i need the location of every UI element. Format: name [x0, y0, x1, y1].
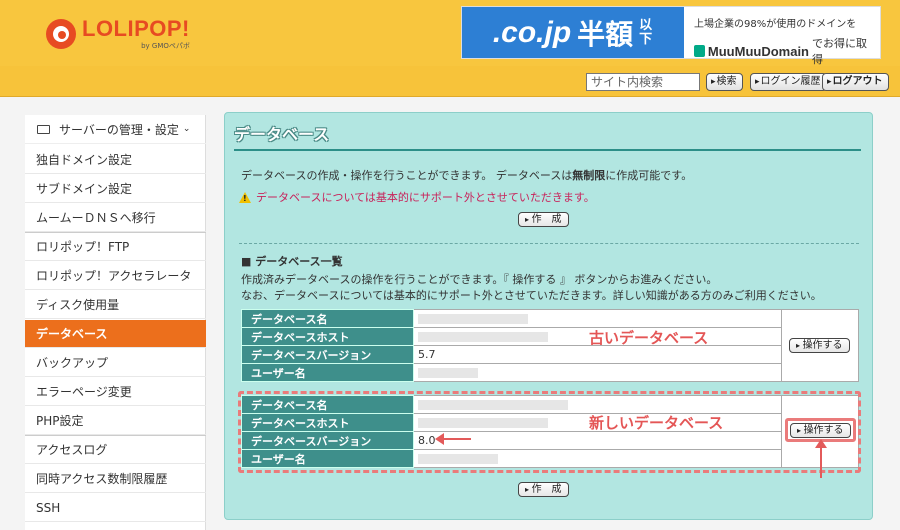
create-database-button[interactable]: 作 成 [518, 212, 569, 227]
chevron-down-icon: ⌄ [182, 124, 191, 134]
sidebar-item-access-log[interactable]: アクセスログ [25, 436, 206, 464]
banner-below: 以下 [639, 17, 653, 47]
sidebar-item-custom-domain[interactable]: 独自ドメイン設定 [25, 146, 206, 174]
section-description-1: 作成済みデータベースの操作を行うことができます。『 操作する 』 ボタンからお進… [241, 273, 718, 286]
sidebar-item-php-settings[interactable]: PHP設定 [25, 407, 206, 435]
header: LOLIPOP! by GMOペパボ .co.jp 半額 以下 上場企業の98%… [0, 0, 900, 97]
sidebar-group-server[interactable]: サーバーの管理・設定 ⌄ [25, 115, 206, 144]
table-row: データベースバージョン 5.7 [241, 345, 859, 364]
muumuu-icon [694, 45, 705, 57]
highlight-new-database [238, 391, 861, 473]
table-row: データベース名 [241, 309, 859, 382]
db-version-value: 5.7 [413, 345, 782, 364]
intro-unlimited: 無制限 [572, 169, 606, 182]
arrow-left-icon [435, 433, 471, 445]
title-underline [234, 149, 861, 151]
server-icon [37, 124, 50, 134]
sidebar-item-accelerator[interactable]: ロリポップ！アクセラレータ [25, 262, 206, 290]
logo-text: LOLIPOP! [82, 15, 190, 41]
section-description-2: なお、データベースについては基本的にサポート外とさせていただきます。詳しい知識が… [241, 289, 822, 302]
logout-button[interactable]: ログアウト [822, 73, 889, 91]
create-database-button-bottom[interactable]: 作 成 [518, 482, 569, 497]
sidebar-item-subdomain[interactable]: サブドメイン設定 [25, 175, 206, 203]
banner-line1: 上場企業の98%が使用のドメインを [694, 19, 857, 30]
arrow-up-icon [815, 439, 827, 478]
sidebar-item-muumuu-dns[interactable]: ムームーＤＮＳへ移行 [25, 204, 206, 232]
dotted-divider [239, 243, 859, 244]
ad-banner[interactable]: .co.jp 半額 以下 上場企業の98%が使用のドメインを MuuMuuDom… [461, 6, 881, 66]
row-label-username: ユーザー名 [241, 363, 414, 382]
warning-icon [239, 191, 251, 203]
login-history-button[interactable]: ログイン履歴 [750, 73, 827, 91]
redacted-value [418, 314, 528, 324]
banner-domain: .co.jp [492, 15, 572, 49]
row-label-db-host: データベースホスト [241, 327, 414, 346]
lolipop-logo-icon [46, 19, 76, 49]
sidebar-item-ssh[interactable]: SSH [25, 494, 206, 522]
warning-text: データベースについては基本的にサポート外とさせていただきます。 [256, 191, 595, 204]
sidebar-item-concurrent-access[interactable]: 同時アクセス数制限履歴 [25, 465, 206, 493]
annotation-old-database: 古いデータベース [589, 329, 709, 347]
row-label-db-name: データベース名 [241, 309, 414, 328]
redacted-value [418, 368, 478, 378]
operate-button-old[interactable]: 操作する [789, 338, 850, 353]
search-button[interactable]: 検索 [706, 73, 743, 91]
redacted-value [418, 332, 548, 342]
table-row: データベースホスト [241, 327, 859, 346]
banner-brand: MuuMuuDomain [707, 43, 809, 59]
sidebar-item-database[interactable]: データベース [25, 320, 206, 348]
intro-text: データベースの作成・操作を行うことができます。 データベースは無制限に作成可能で… [241, 169, 693, 182]
database-table-old: データベース名 データベースホスト データベースバージョン 5.7 ユーザー名 [241, 309, 859, 382]
db-name-value [413, 309, 782, 328]
sidebar-group-label: サーバーの管理・設定 [59, 122, 179, 137]
site-search-input[interactable]: サイト内検索 [586, 73, 700, 91]
logo-subtext: by GMOペパボ [141, 41, 190, 50]
page-title: データベース [234, 125, 330, 144]
table-row: ユーザー名 [241, 363, 859, 382]
banner-line2: でお得に取得 [812, 37, 867, 66]
support-warning: データベースについては基本的にサポート外とさせていただきます。 [239, 189, 595, 205]
banner-half-price: 半額 [577, 17, 634, 51]
lolipop-logo[interactable]: LOLIPOP! by GMOペパボ [46, 16, 190, 52]
sidebar-item-error-page[interactable]: エラーページ変更 [25, 378, 206, 406]
username-value [413, 363, 782, 382]
sidebar-item-ftp[interactable]: ロリポップ！FTP [25, 233, 206, 261]
sidebar: サーバーの管理・設定 ⌄ 独自ドメイン設定 サブドメイン設定 ムームーＤＮＳへ移… [25, 115, 206, 530]
sidebar-item-backup[interactable]: バックアップ [25, 349, 206, 377]
row-label-db-version: データベースバージョン [241, 345, 414, 364]
sidebar-item-disk-usage[interactable]: ディスク使用量 [25, 291, 206, 319]
section-title: データベース一覧 [241, 253, 342, 269]
